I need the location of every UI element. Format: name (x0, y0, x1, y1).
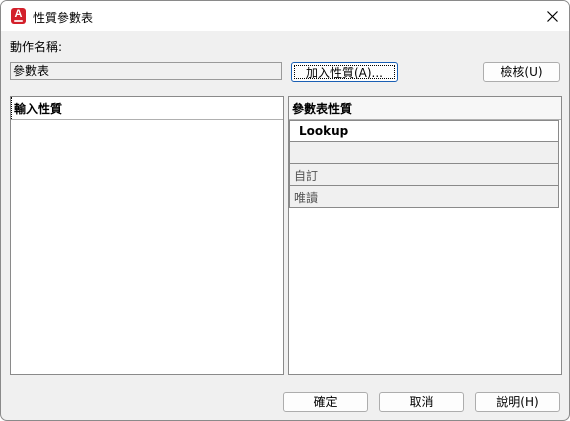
action-name-value: 參數表 (13, 64, 50, 78)
lookup-properties-header: 參數表性質 (289, 97, 561, 120)
autocad-a-icon: A (11, 8, 26, 24)
empty-row[interactable] (289, 142, 559, 164)
custom-row[interactable]: 自訂 (289, 164, 559, 186)
add-property-label: 加入性質(A)... (305, 66, 384, 80)
readonly-row[interactable]: 唯讀 (289, 186, 559, 208)
lookup-property-grid: Lookup 自訂 唯讀 (289, 120, 559, 208)
lookup-row[interactable]: Lookup (289, 120, 559, 142)
action-name-field[interactable]: 參數表 (10, 62, 282, 80)
help-button[interactable]: 說明(H) (475, 392, 560, 412)
audit-label: 檢核(U) (500, 65, 543, 79)
input-properties-header: 輸入性質 (11, 97, 283, 120)
title-bar: A 性質參數表 (1, 1, 569, 31)
cancel-button[interactable]: 取消 (379, 392, 464, 412)
audit-button[interactable]: 檢核(U) (483, 62, 560, 82)
input-properties-panel[interactable]: 輸入性質 (10, 96, 284, 375)
close-icon (547, 11, 558, 22)
lookup-properties-panel[interactable]: 參數表性質 Lookup 自訂 唯讀 (288, 96, 562, 375)
property-lookup-dialog: A 性質參數表 動作名稱: 參數表 加入性質(A)... 檢核(U) 輸入性質 … (0, 0, 570, 421)
close-button[interactable] (535, 1, 569, 31)
add-property-button[interactable]: 加入性質(A)... (291, 62, 398, 82)
action-name-label: 動作名稱: (10, 40, 63, 54)
ok-button[interactable]: 確定 (283, 392, 368, 412)
dialog-title: 性質參數表 (33, 11, 94, 25)
